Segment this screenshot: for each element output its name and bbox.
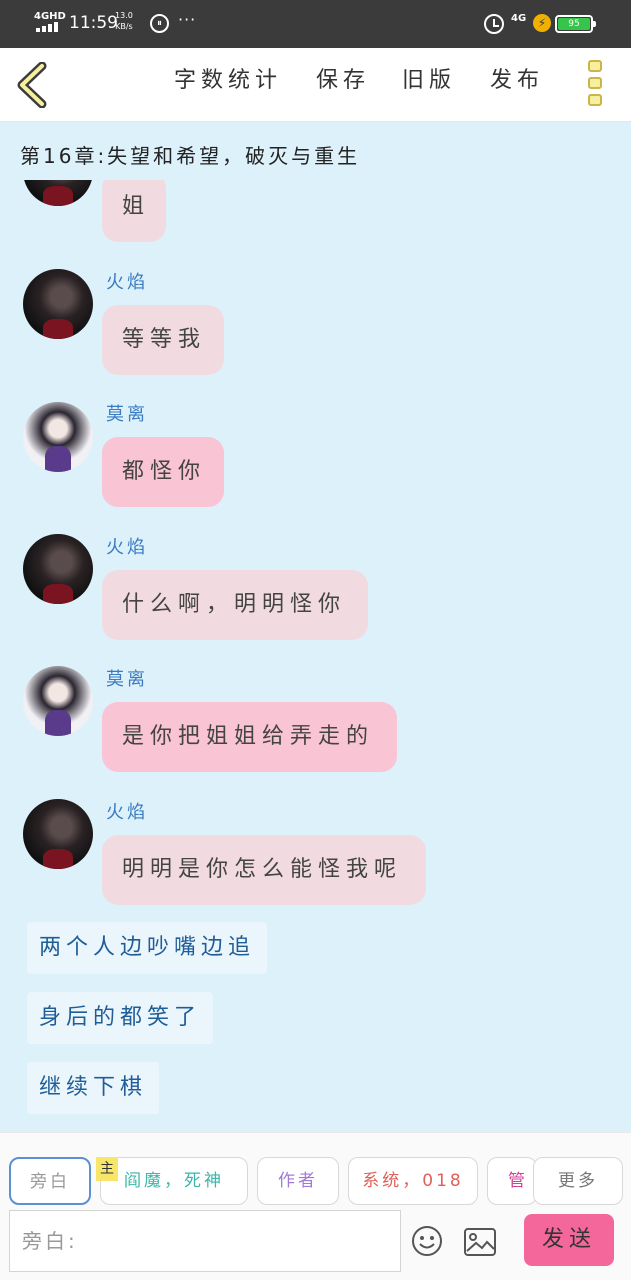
- avatar[interactable]: [23, 402, 93, 472]
- clock-time: 11:59: [69, 13, 118, 33]
- editor-header: 字数统计 保存 旧版 发布: [0, 48, 631, 122]
- speaker-name: 火焰: [106, 537, 148, 558]
- send-button[interactable]: 发送: [524, 1214, 614, 1266]
- composer-panel: 旁白 阎魔，死神 主 作者 系统，018 管 更多 旁白: 发送: [0, 1132, 631, 1280]
- narration-line[interactable]: 两个人边吵嘴边追: [27, 922, 268, 974]
- speed-value: 13.0: [115, 11, 133, 20]
- avatar[interactable]: [23, 180, 93, 206]
- speaker-name: 火焰: [106, 802, 148, 823]
- message-bubble[interactable]: 都怪你: [102, 437, 224, 507]
- role-admin[interactable]: 管: [487, 1157, 537, 1205]
- avatar[interactable]: [23, 666, 93, 736]
- message-bubble[interactable]: 姐: [102, 180, 166, 242]
- old-version-button[interactable]: 旧版: [402, 66, 456, 96]
- message-bubble[interactable]: 什么啊，明明怪你: [102, 570, 368, 640]
- avatar[interactable]: [23, 534, 93, 604]
- more-roles-button[interactable]: 更多: [533, 1157, 623, 1205]
- avatar[interactable]: [23, 799, 93, 869]
- speaker-name: 莫离: [106, 669, 148, 690]
- chat-list[interactable]: 姐 火焰 等等我 莫离 都怪你 火焰 什么啊，明明怪你 莫离 是你把姐姐给弄走的…: [0, 180, 631, 1132]
- image-button[interactable]: [463, 1227, 497, 1257]
- message-bubble[interactable]: 等等我: [102, 305, 224, 375]
- charging-icon: ⚡: [533, 14, 551, 32]
- more-notifications-icon: ···: [178, 10, 197, 29]
- word-count-button[interactable]: 字数统计: [174, 66, 282, 96]
- publish-button[interactable]: 发布: [490, 66, 544, 96]
- status-bar: 4GHD 11:59 13.0 KB/s ⏸ ··· 4G ⚡ 95: [0, 0, 631, 48]
- speed-unit: KB/s: [115, 22, 133, 31]
- signal-icon: [36, 22, 58, 32]
- message-bubble[interactable]: 是你把姐姐给弄走的: [102, 702, 397, 772]
- role-narrator[interactable]: 旁白: [9, 1157, 91, 1205]
- network-speed: 13.0 KB/s: [115, 10, 133, 32]
- smile-icon: [412, 1226, 442, 1256]
- app-notification-icon: ⏸: [150, 14, 169, 33]
- message-input[interactable]: 旁白:: [9, 1210, 401, 1272]
- role-author[interactable]: 作者: [257, 1157, 339, 1205]
- more-menu-icon[interactable]: [588, 60, 604, 110]
- chapter-title: 第16章:失望和希望，破灭与重生: [20, 144, 361, 168]
- speaker-name: 火焰: [106, 272, 148, 293]
- main-role-badge: 主: [96, 1157, 118, 1181]
- image-icon: [464, 1228, 496, 1256]
- back-button[interactable]: [14, 61, 54, 109]
- avatar[interactable]: [23, 269, 93, 339]
- message-bubble[interactable]: 明明是你怎么能怪我呢: [102, 835, 426, 905]
- network-label: 4GHD: [34, 11, 66, 22]
- battery-level: 95: [558, 18, 590, 30]
- alarm-icon: [484, 14, 504, 34]
- save-button[interactable]: 保存: [316, 66, 370, 96]
- battery-icon: 95: [555, 15, 596, 33]
- role-system[interactable]: 系统，018: [348, 1157, 478, 1205]
- role-yanmo[interactable]: 阎魔，死神: [100, 1157, 248, 1205]
- speaker-name: 莫离: [106, 404, 148, 425]
- emoji-button[interactable]: [411, 1225, 443, 1257]
- narration-line[interactable]: 继续下棋: [27, 1062, 160, 1114]
- narration-line[interactable]: 身后的都笑了: [27, 992, 214, 1044]
- network-type: 4G: [511, 13, 527, 24]
- chevron-left-icon: [17, 61, 47, 109]
